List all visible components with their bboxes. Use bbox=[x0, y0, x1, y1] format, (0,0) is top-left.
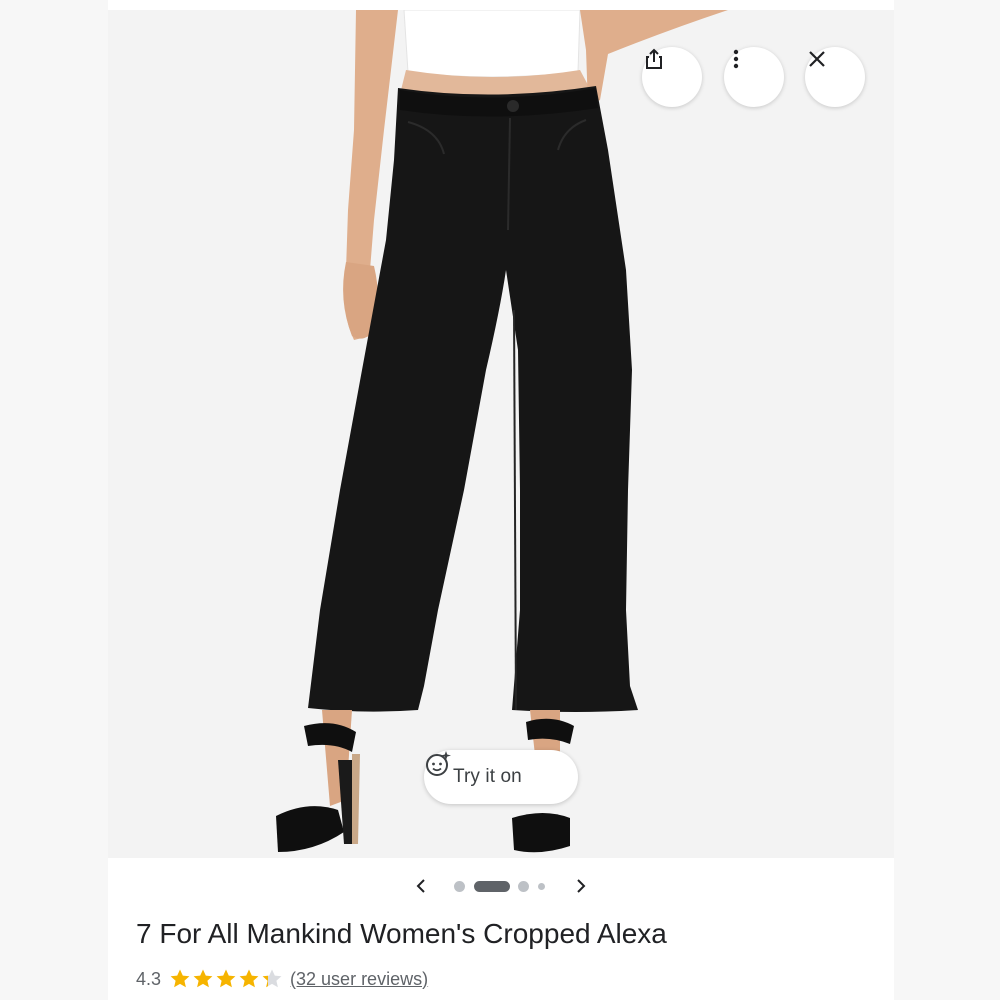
star-icon bbox=[239, 969, 259, 988]
user-reviews-link[interactable]: (32 user reviews) bbox=[290, 969, 428, 990]
previous-image-button[interactable] bbox=[408, 872, 436, 900]
try-it-on-button[interactable]: Try it on bbox=[424, 750, 578, 804]
product-image[interactable]: Try it on bbox=[108, 10, 894, 858]
left-page-background bbox=[0, 0, 108, 1000]
product-photo-illustration bbox=[276, 10, 728, 853]
chevron-left-icon bbox=[416, 879, 425, 893]
product-card: Try it on 7 For All Mankind Women's Crop… bbox=[108, 0, 894, 1000]
share-icon bbox=[646, 48, 662, 69]
next-image-button[interactable] bbox=[566, 872, 594, 900]
try-on-face-sparkle-icon bbox=[426, 751, 451, 776]
more-vert-icon bbox=[733, 49, 739, 69]
image-carousel-pager bbox=[108, 870, 894, 902]
star-icon bbox=[193, 969, 213, 988]
product-title: 7 For All Mankind Women's Cropped Alexa bbox=[136, 918, 667, 949]
rating-value: 4.3 bbox=[136, 968, 162, 989]
close-icon bbox=[809, 51, 825, 67]
carousel-dot[interactable] bbox=[454, 881, 465, 892]
carousel-dot[interactable] bbox=[538, 883, 545, 890]
right-page-background bbox=[894, 0, 1000, 1000]
close-button[interactable] bbox=[805, 47, 865, 107]
try-it-on-label: Try it on bbox=[453, 766, 522, 787]
carousel-dot[interactable] bbox=[518, 881, 529, 892]
share-button[interactable] bbox=[642, 47, 702, 107]
star-icon bbox=[216, 969, 236, 988]
more-options-button[interactable] bbox=[724, 47, 784, 107]
star-icon bbox=[262, 969, 282, 988]
carousel-dot-active[interactable] bbox=[474, 881, 510, 892]
chevron-right-icon bbox=[577, 879, 586, 893]
rating-row: 4.3 (32 user reviews) bbox=[136, 966, 428, 992]
star-rating bbox=[169, 968, 284, 990]
star-icon bbox=[170, 969, 190, 988]
